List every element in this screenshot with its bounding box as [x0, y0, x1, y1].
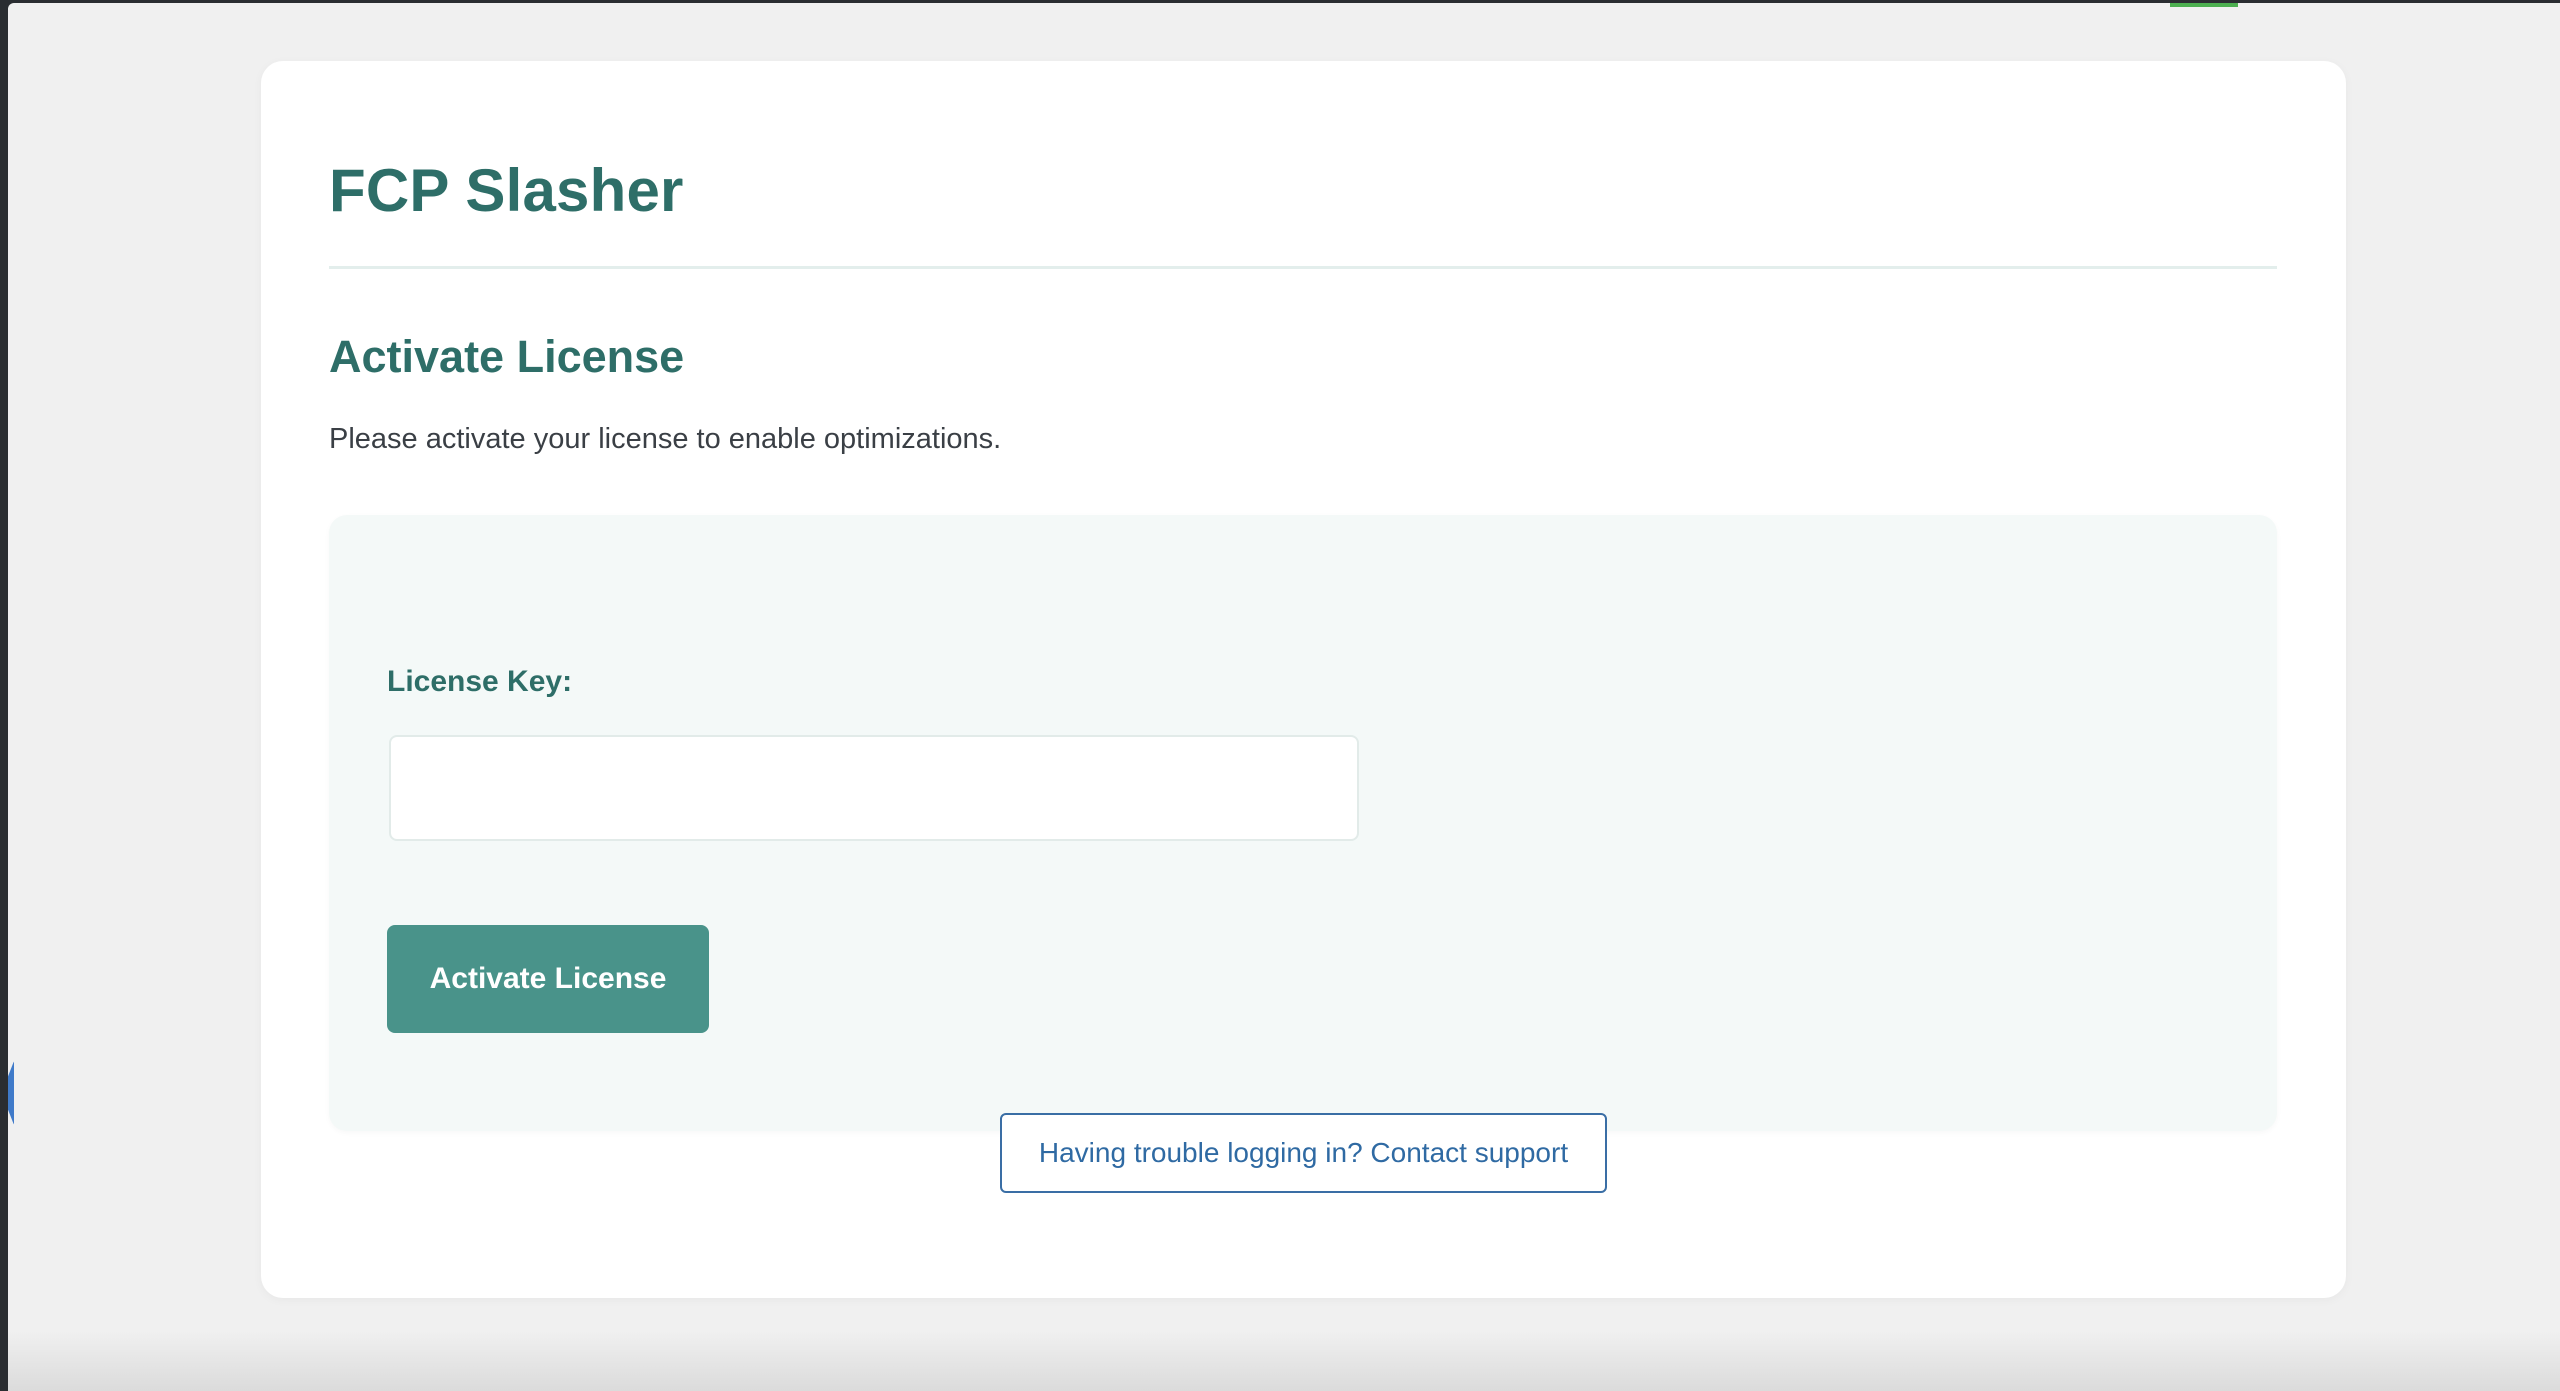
contact-support-link[interactable]: Having trouble logging in? Contact suppo…: [1000, 1113, 1607, 1193]
license-form-panel: License Key: Activate License: [329, 515, 2277, 1131]
bottom-shade: [8, 1331, 2560, 1391]
title-divider: [329, 266, 2277, 269]
edge-arrow-icon[interactable]: [8, 1061, 14, 1125]
top-accent-bar: [2170, 3, 2238, 7]
section-description: Please activate your license to enable o…: [329, 423, 1002, 455]
license-key-input[interactable]: [389, 735, 1359, 841]
browser-window: FCP Slasher Activate License Please acti…: [8, 3, 2560, 1391]
section-title: Activate License: [329, 331, 685, 382]
main-card: FCP Slasher Activate License Please acti…: [261, 61, 2346, 1298]
license-key-label: License Key:: [387, 665, 573, 698]
page-title: FCP Slasher: [329, 157, 684, 224]
activate-license-button[interactable]: Activate License: [387, 925, 709, 1033]
